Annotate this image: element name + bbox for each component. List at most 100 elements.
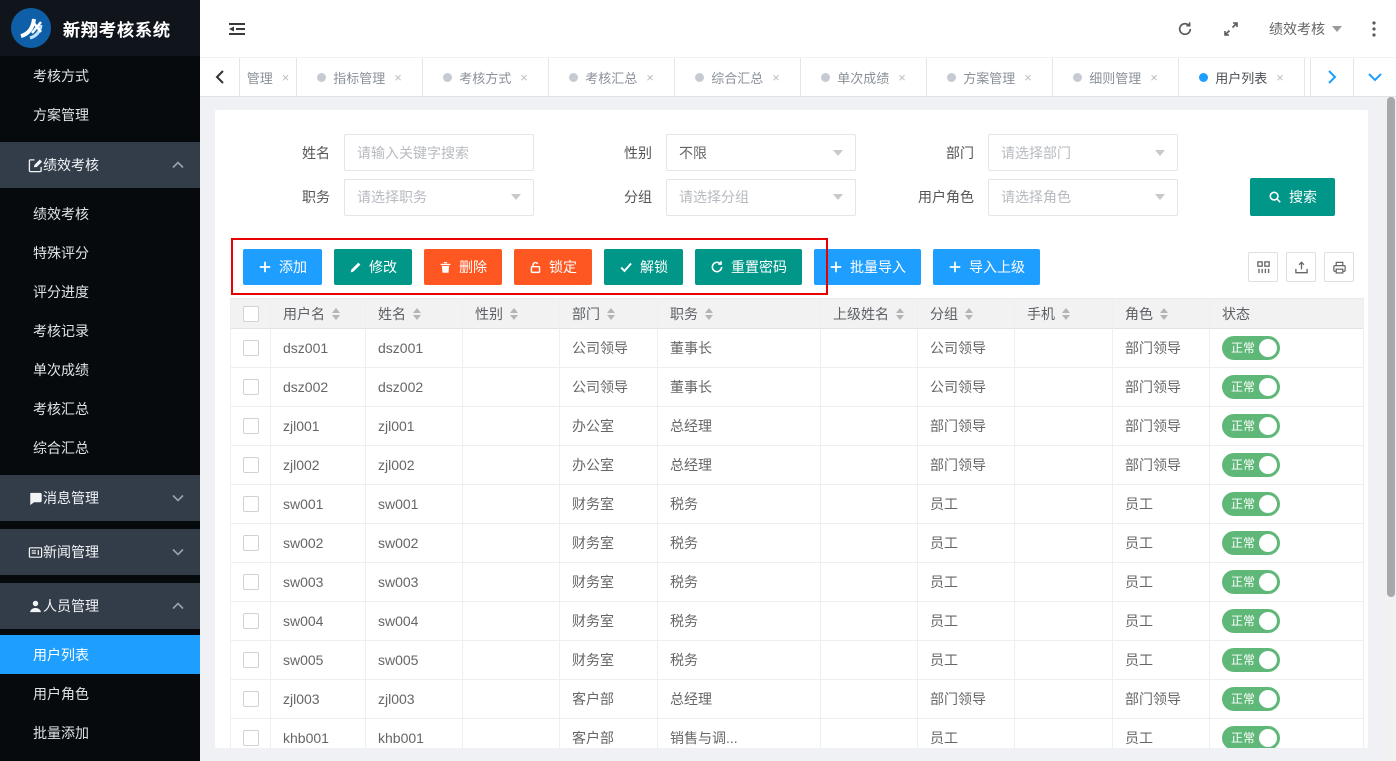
sort-icon[interactable]	[896, 308, 904, 320]
sort-icon[interactable]	[1062, 308, 1070, 320]
sort-icon[interactable]	[413, 308, 421, 320]
sidebar-item-7[interactable]: 单次成绩	[0, 350, 200, 389]
status-toggle[interactable]: 正常	[1222, 414, 1280, 438]
scrollbar-thumb[interactable]	[1387, 97, 1395, 597]
tab-考核方式[interactable]: 考核方式×	[423, 58, 549, 96]
refresh-icon[interactable]	[1177, 21, 1193, 37]
fullscreen-icon[interactable]	[1223, 21, 1239, 37]
tab-方案管理[interactable]: 方案管理×	[927, 58, 1053, 96]
sidebar-item-14[interactable]: 用户角色	[0, 674, 200, 713]
sort-icon[interactable]	[965, 308, 973, 320]
sort-icon[interactable]	[510, 308, 518, 320]
sidebar-group-11[interactable]: 新闻管理	[0, 529, 200, 575]
status-toggle[interactable]: 正常	[1222, 375, 1280, 399]
分组-select[interactable]: 请选择分组	[666, 179, 856, 216]
select-all-checkbox[interactable]	[243, 306, 259, 322]
删除-button[interactable]: 删除	[424, 249, 502, 285]
sort-icon[interactable]	[607, 308, 615, 320]
sidebar-item-5[interactable]: 评分进度	[0, 272, 200, 311]
导入上级-button[interactable]: 导入上级	[933, 249, 1040, 285]
sidebar-item-0[interactable]: 考核方式	[0, 56, 200, 95]
row-checkbox[interactable]	[243, 340, 259, 356]
修改-button[interactable]: 修改	[334, 249, 412, 285]
重置密码-button[interactable]: 重置密码	[695, 249, 802, 285]
status-toggle[interactable]: 正常	[1222, 726, 1280, 748]
column-header-手机: 手机	[1015, 299, 1113, 329]
row-checkbox[interactable]	[243, 691, 259, 707]
row-checkbox[interactable]	[243, 730, 259, 746]
sidebar-item-8[interactable]: 考核汇总	[0, 389, 200, 428]
tab-close-icon[interactable]: ×	[1150, 70, 1158, 85]
row-checkbox[interactable]	[243, 457, 259, 473]
批量导入-button[interactable]: 批量导入	[814, 249, 921, 285]
name-search-input[interactable]	[344, 134, 534, 171]
column-label: 状态	[1222, 304, 1250, 324]
status-toggle[interactable]: 正常	[1222, 687, 1280, 711]
部门-select[interactable]: 请选择部门	[988, 134, 1178, 171]
tab-close-icon[interactable]: ×	[282, 70, 290, 85]
tab-细则管理[interactable]: 细则管理×	[1053, 58, 1179, 96]
sidebar-item-3[interactable]: 绩效考核	[0, 194, 200, 233]
tabs-scroll-right-icon[interactable]	[1310, 58, 1353, 96]
职务-select[interactable]: 请选择职务	[344, 179, 534, 216]
tab-管理[interactable]: 管理×	[240, 58, 297, 96]
tab-用户列表[interactable]: 用户列表×	[1179, 58, 1305, 96]
sort-icon[interactable]	[332, 308, 340, 320]
tab-close-icon[interactable]: ×	[1024, 70, 1032, 85]
sort-icon[interactable]	[705, 308, 713, 320]
row-checkbox[interactable]	[243, 652, 259, 668]
sort-icon[interactable]	[1160, 308, 1168, 320]
row-checkbox[interactable]	[243, 613, 259, 629]
锁定-button[interactable]: 锁定	[514, 249, 592, 285]
sidebar-item-4[interactable]: 特殊评分	[0, 233, 200, 272]
sidebar-item-1[interactable]: 方案管理	[0, 95, 200, 134]
tab-close-icon[interactable]: ×	[646, 70, 654, 85]
row-checkbox[interactable]	[243, 574, 259, 590]
status-toggle[interactable]: 正常	[1222, 453, 1280, 477]
tab-close-icon[interactable]: ×	[394, 70, 402, 85]
解锁-button[interactable]: 解锁	[604, 249, 683, 285]
tab-考核汇总[interactable]: 考核汇总×	[549, 58, 675, 96]
sidebar-item-9[interactable]: 综合汇总	[0, 428, 200, 467]
status-toggle[interactable]: 正常	[1222, 531, 1280, 555]
search-button[interactable]: 搜索	[1250, 178, 1335, 216]
row-checkbox[interactable]	[243, 496, 259, 512]
sidebar-group-10[interactable]: 消息管理	[0, 475, 200, 521]
tab-单次成绩[interactable]: 单次成绩×	[801, 58, 927, 96]
sidebar-item-15[interactable]: 批量添加	[0, 713, 200, 752]
tabs-menu-icon[interactable]	[1353, 58, 1396, 96]
tab-close-icon[interactable]: ×	[772, 70, 780, 85]
more-menu-icon[interactable]	[1372, 21, 1376, 37]
tab-close-icon[interactable]: ×	[898, 70, 906, 85]
columns-icon[interactable]	[1248, 252, 1278, 282]
row-checkbox[interactable]	[243, 379, 259, 395]
sidebar-group-12[interactable]: 人员管理	[0, 583, 200, 629]
status-toggle[interactable]: 正常	[1222, 492, 1280, 516]
role-switcher[interactable]: 绩效考核	[1269, 19, 1342, 39]
status-toggle[interactable]: 正常	[1222, 609, 1280, 633]
column-label: 用户名	[283, 304, 325, 324]
性别-select[interactable]: 不限	[666, 134, 856, 171]
status-toggle[interactable]: 正常	[1222, 570, 1280, 594]
tab-close-icon[interactable]: ×	[520, 70, 528, 85]
sidebar-item-13-active[interactable]: 用户列表	[0, 635, 200, 674]
tabs-scroll-left-icon[interactable]	[200, 58, 240, 96]
cell-角色: 员工	[1113, 719, 1210, 748]
sidebar-collapse-icon[interactable]	[228, 21, 246, 37]
sidebar-group-2[interactable]: 绩效考核	[0, 142, 200, 188]
sidebar-item-6[interactable]: 考核记录	[0, 311, 200, 350]
scrollbar-track[interactable]	[1382, 97, 1396, 761]
tab-close-icon[interactable]: ×	[1276, 70, 1284, 85]
status-toggle[interactable]: 正常	[1222, 648, 1280, 672]
添加-button[interactable]: 添加	[243, 249, 322, 285]
用户角色-select[interactable]: 请选择角色	[988, 179, 1178, 216]
tab-综合汇总[interactable]: 综合汇总×	[675, 58, 801, 96]
export-icon[interactable]	[1286, 252, 1316, 282]
tab-指标管理[interactable]: 指标管理×	[297, 58, 423, 96]
print-icon[interactable]	[1324, 252, 1354, 282]
status-toggle[interactable]: 正常	[1222, 336, 1280, 360]
button-label: 删除	[459, 257, 487, 277]
cell-职务: 税务	[658, 563, 821, 602]
row-checkbox[interactable]	[243, 418, 259, 434]
row-checkbox[interactable]	[243, 535, 259, 551]
